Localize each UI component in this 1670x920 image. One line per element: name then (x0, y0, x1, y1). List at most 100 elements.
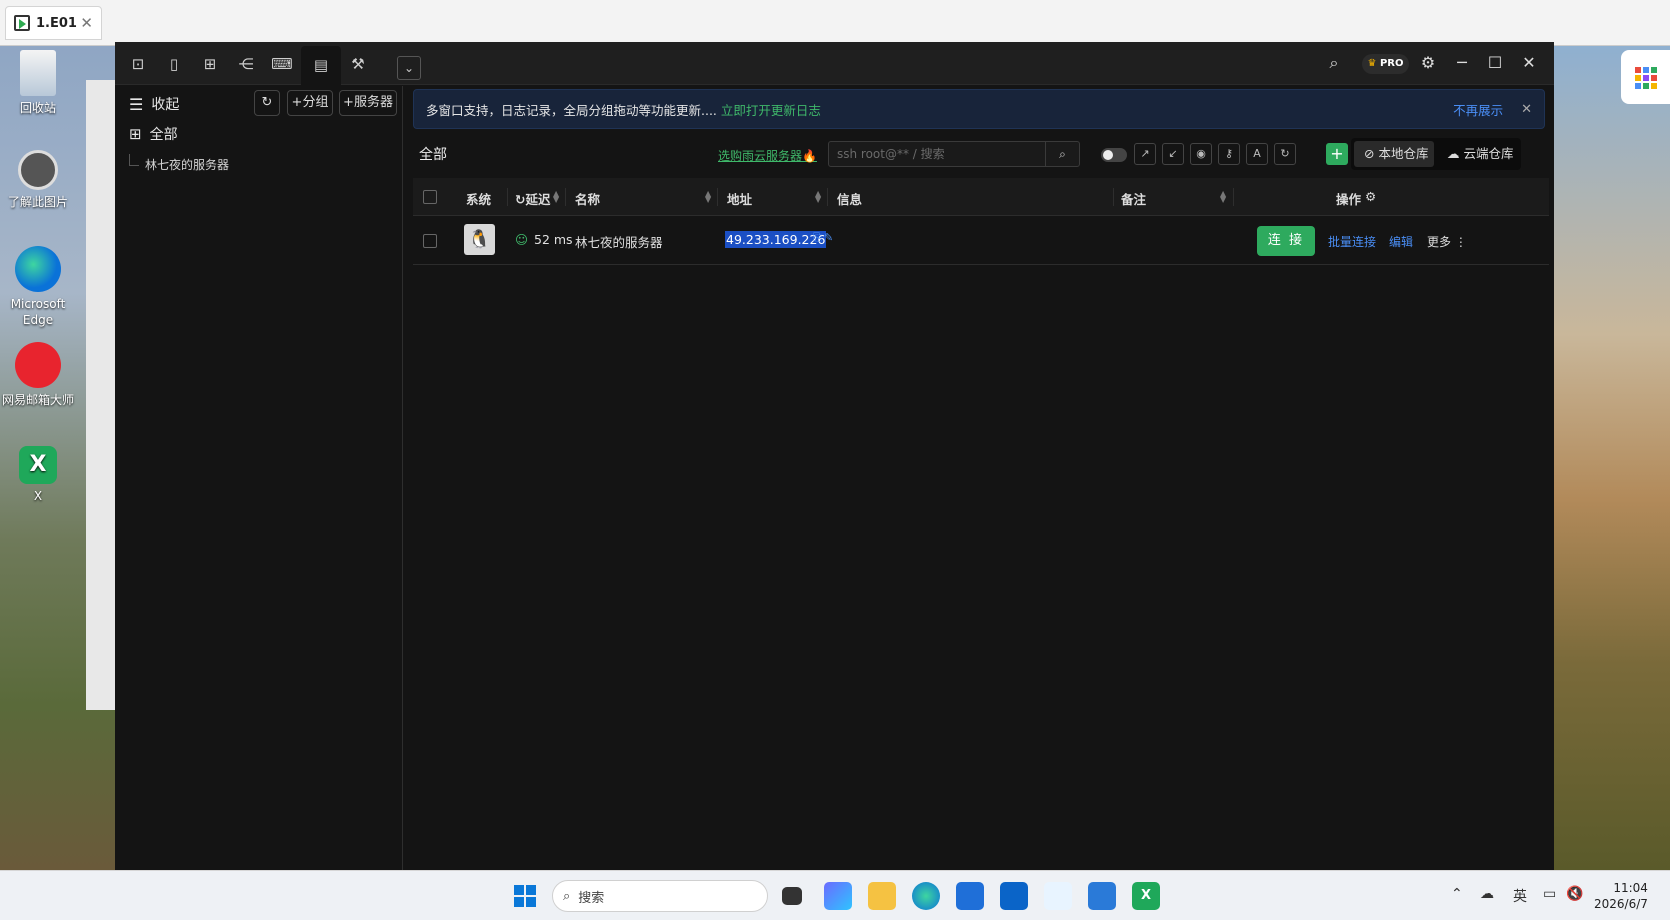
table-row[interactable]: 🐧 ☺ 52 ms 林七夜的服务器 49.233.169.226 ⎘ ✎ 连 接… (413, 216, 1549, 265)
maximize-icon[interactable]: ☐ (1483, 50, 1507, 76)
tree-connector (129, 154, 139, 166)
sidebar-item-server[interactable]: 林七夜的服务器 (145, 156, 229, 173)
more-menu[interactable]: 更多 ⋮ (1427, 233, 1467, 250)
language-indicator[interactable]: 英 (1513, 886, 1527, 906)
sort-icon[interactable]: ▲ ▼ (815, 190, 821, 204)
desktop-icon-recycle-bin[interactable]: 回收站 (0, 50, 80, 116)
cloud-offline-icon[interactable]: ☁ (1480, 886, 1494, 902)
edge-taskbar-icon[interactable] (912, 882, 940, 910)
key-icon[interactable]: ⚷ (1218, 143, 1240, 165)
taskbar: ⌕ 搜索 X ⌃ ☁ 英 ▭ 🔇 11:04 2026/6/7 (0, 870, 1670, 920)
outlook-icon[interactable] (1000, 882, 1028, 910)
tools-tab-icon[interactable]: ⚒ (347, 53, 369, 75)
col-remark[interactable]: 备注 (1121, 189, 1146, 208)
batch-connect-link[interactable]: 批量连接 (1328, 233, 1376, 250)
refresh-icon[interactable]: ↻ (254, 90, 280, 116)
cloud-repo-button[interactable]: ☁ 云端仓库 (1437, 141, 1517, 167)
row-checkbox[interactable] (423, 234, 437, 248)
local-repo-label: 本地仓库 (1378, 146, 1429, 161)
update-notice: 多窗口支持，日志记录，全局分组拖动等功能更新.... 立即打开更新日志 不再展示… (413, 89, 1545, 129)
desktop-icon-x[interactable]: X X (0, 446, 80, 504)
text-icon[interactable]: A (1246, 143, 1268, 165)
outer-tab-bar: 1.E01 ✕ (0, 0, 1670, 46)
sidebar-collapse[interactable]: ☰ 收起 (129, 94, 179, 114)
copy-icon[interactable]: ⎘ (813, 231, 822, 245)
view-toggle[interactable] (1101, 148, 1127, 162)
volume-muted-icon[interactable]: 🔇 (1566, 886, 1583, 902)
store-icon[interactable] (956, 882, 984, 910)
col-latency[interactable]: ↻延迟 (515, 189, 551, 208)
task-view-icon[interactable] (782, 887, 802, 905)
column-settings-icon[interactable]: ⚙ (1365, 189, 1376, 204)
desktop-wallpaper-right (1553, 46, 1670, 870)
sort-icon[interactable]: ▲ ▼ (705, 190, 711, 204)
notice-close-icon[interactable]: ✕ (1521, 102, 1532, 117)
grid-tab-icon[interactable]: ⊞ (199, 53, 221, 75)
column-divider (507, 188, 508, 206)
tab-dropdown-button[interactable]: ⌄ (397, 56, 421, 80)
desktop-icon-learn-image[interactable]: 了解此图片 (0, 150, 80, 210)
edit-link[interactable]: 编辑 (1389, 233, 1413, 250)
grid-icon: ⊞ (129, 125, 142, 143)
col-address[interactable]: 地址 (727, 189, 752, 208)
search-button-icon[interactable]: ⌕ (1045, 142, 1079, 166)
add-server-button[interactable]: +服务器 (339, 90, 397, 116)
file-explorer-icon[interactable] (868, 882, 896, 910)
eye-icon[interactable]: ◉ (1190, 143, 1212, 165)
screen: 1.E01 ✕ 回收站 了解此图片 Microsoft Edge 网易邮箱大师 … (0, 0, 1670, 920)
import-icon[interactable]: ↗ (1134, 143, 1156, 165)
desktop-icon-edge[interactable]: Microsoft Edge (0, 246, 80, 328)
add-group-button[interactable]: +分组 (287, 90, 333, 116)
taskbar-clock[interactable]: 11:04 2026/6/7 (1594, 880, 1648, 912)
minimize-icon[interactable]: ─ (1450, 50, 1474, 76)
server-list-tab-icon[interactable]: ▤ (301, 46, 341, 85)
settings-gear-icon[interactable]: ⚙ (1417, 50, 1439, 76)
sort-icon[interactable]: ▲ ▼ (1220, 190, 1226, 204)
search-icon[interactable]: ⌕ (1323, 50, 1345, 76)
console-tab-icon[interactable]: ⌨ (271, 53, 293, 75)
col-actions: 操作 (1336, 192, 1362, 207)
search-input[interactable] (829, 142, 1045, 166)
network-icon[interactable]: ▭ (1543, 886, 1556, 902)
xshell-taskbar-icon[interactable]: X (1132, 882, 1160, 910)
taskbar-search[interactable]: ⌕ 搜索 (552, 880, 768, 912)
pro-badge[interactable]: ♛ PRO (1362, 54, 1409, 74)
xshell-app-icon: X (19, 446, 57, 484)
close-window-icon[interactable]: ✕ (1517, 50, 1541, 76)
sort-icon[interactable]: ▲ ▼ (553, 190, 559, 204)
terminal-tab-icon[interactable]: ⊡ (127, 53, 149, 75)
sidebar-item-all[interactable]: ⊞ 全部 (129, 124, 178, 144)
tree-tab-icon[interactable]: ⋲ (235, 53, 257, 75)
col-info: 信息 (837, 192, 863, 207)
copilot-icon[interactable] (824, 882, 852, 910)
local-repo-button[interactable]: ⊘ 本地仓库 (1354, 141, 1434, 167)
outer-tab-close-icon[interactable]: ✕ (80, 14, 93, 32)
widget-panel[interactable] (1621, 50, 1670, 104)
col-name[interactable]: 名称 (575, 189, 600, 208)
file-tab-icon[interactable]: ▯ (163, 53, 185, 75)
windows-start-icon[interactable] (514, 885, 536, 907)
recycle-bin-icon (20, 50, 56, 96)
desktop-icon-netease-mail[interactable]: 网易邮箱大师 (0, 342, 80, 408)
refresh-list-icon[interactable]: ↻ (1274, 143, 1296, 165)
pinned-app-icon[interactable] (1044, 882, 1072, 910)
buy-server-link[interactable]: 选购雨云服务器🔥 (718, 147, 817, 164)
latency-label: 延迟 (525, 192, 551, 207)
table-header: 系统 ↻延迟 ▲ ▼ 名称 ▲ ▼ 地址 ▲ ▼ 信息 备注 ▲ ▼ 操作 ⚙ (413, 178, 1549, 216)
notice-dismiss-link[interactable]: 不再展示 (1453, 100, 1503, 119)
connect-button[interactable]: 连 接 (1257, 226, 1315, 256)
tray-chevron-icon[interactable]: ⌃ (1451, 886, 1463, 902)
background-window (86, 80, 116, 710)
column-divider (1233, 188, 1234, 206)
add-server-icon[interactable]: + (1326, 143, 1348, 165)
outer-tab[interactable]: 1.E01 ✕ (5, 6, 102, 40)
photos-icon[interactable] (1088, 882, 1116, 910)
crown-icon: ♛ (1367, 58, 1377, 69)
select-all-checkbox[interactable] (423, 190, 437, 204)
linux-penguin-icon: 🐧 (464, 224, 495, 255)
edit-address-icon[interactable]: ✎ (824, 231, 833, 244)
column-divider (827, 188, 828, 206)
notice-changelog-link[interactable]: 立即打开更新日志 (721, 100, 821, 119)
server-address[interactable]: 49.233.169.226 (725, 231, 827, 248)
export-icon[interactable]: ↙ (1162, 143, 1184, 165)
